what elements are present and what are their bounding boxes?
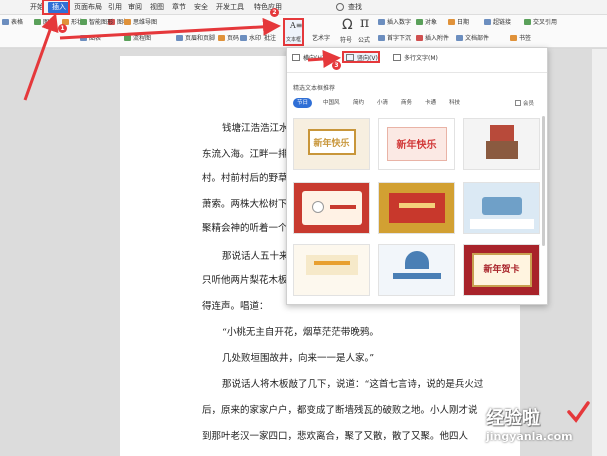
step-badge: 3 xyxy=(332,61,341,70)
annotation-arrows xyxy=(23,0,341,101)
checkmark-icon xyxy=(567,401,590,423)
watermark-url: jingyanla.com xyxy=(486,430,573,443)
watermark-text: 经验啦 xyxy=(486,408,540,429)
step-badge: 2 xyxy=(270,8,279,17)
step-badge: 1 xyxy=(58,24,67,33)
